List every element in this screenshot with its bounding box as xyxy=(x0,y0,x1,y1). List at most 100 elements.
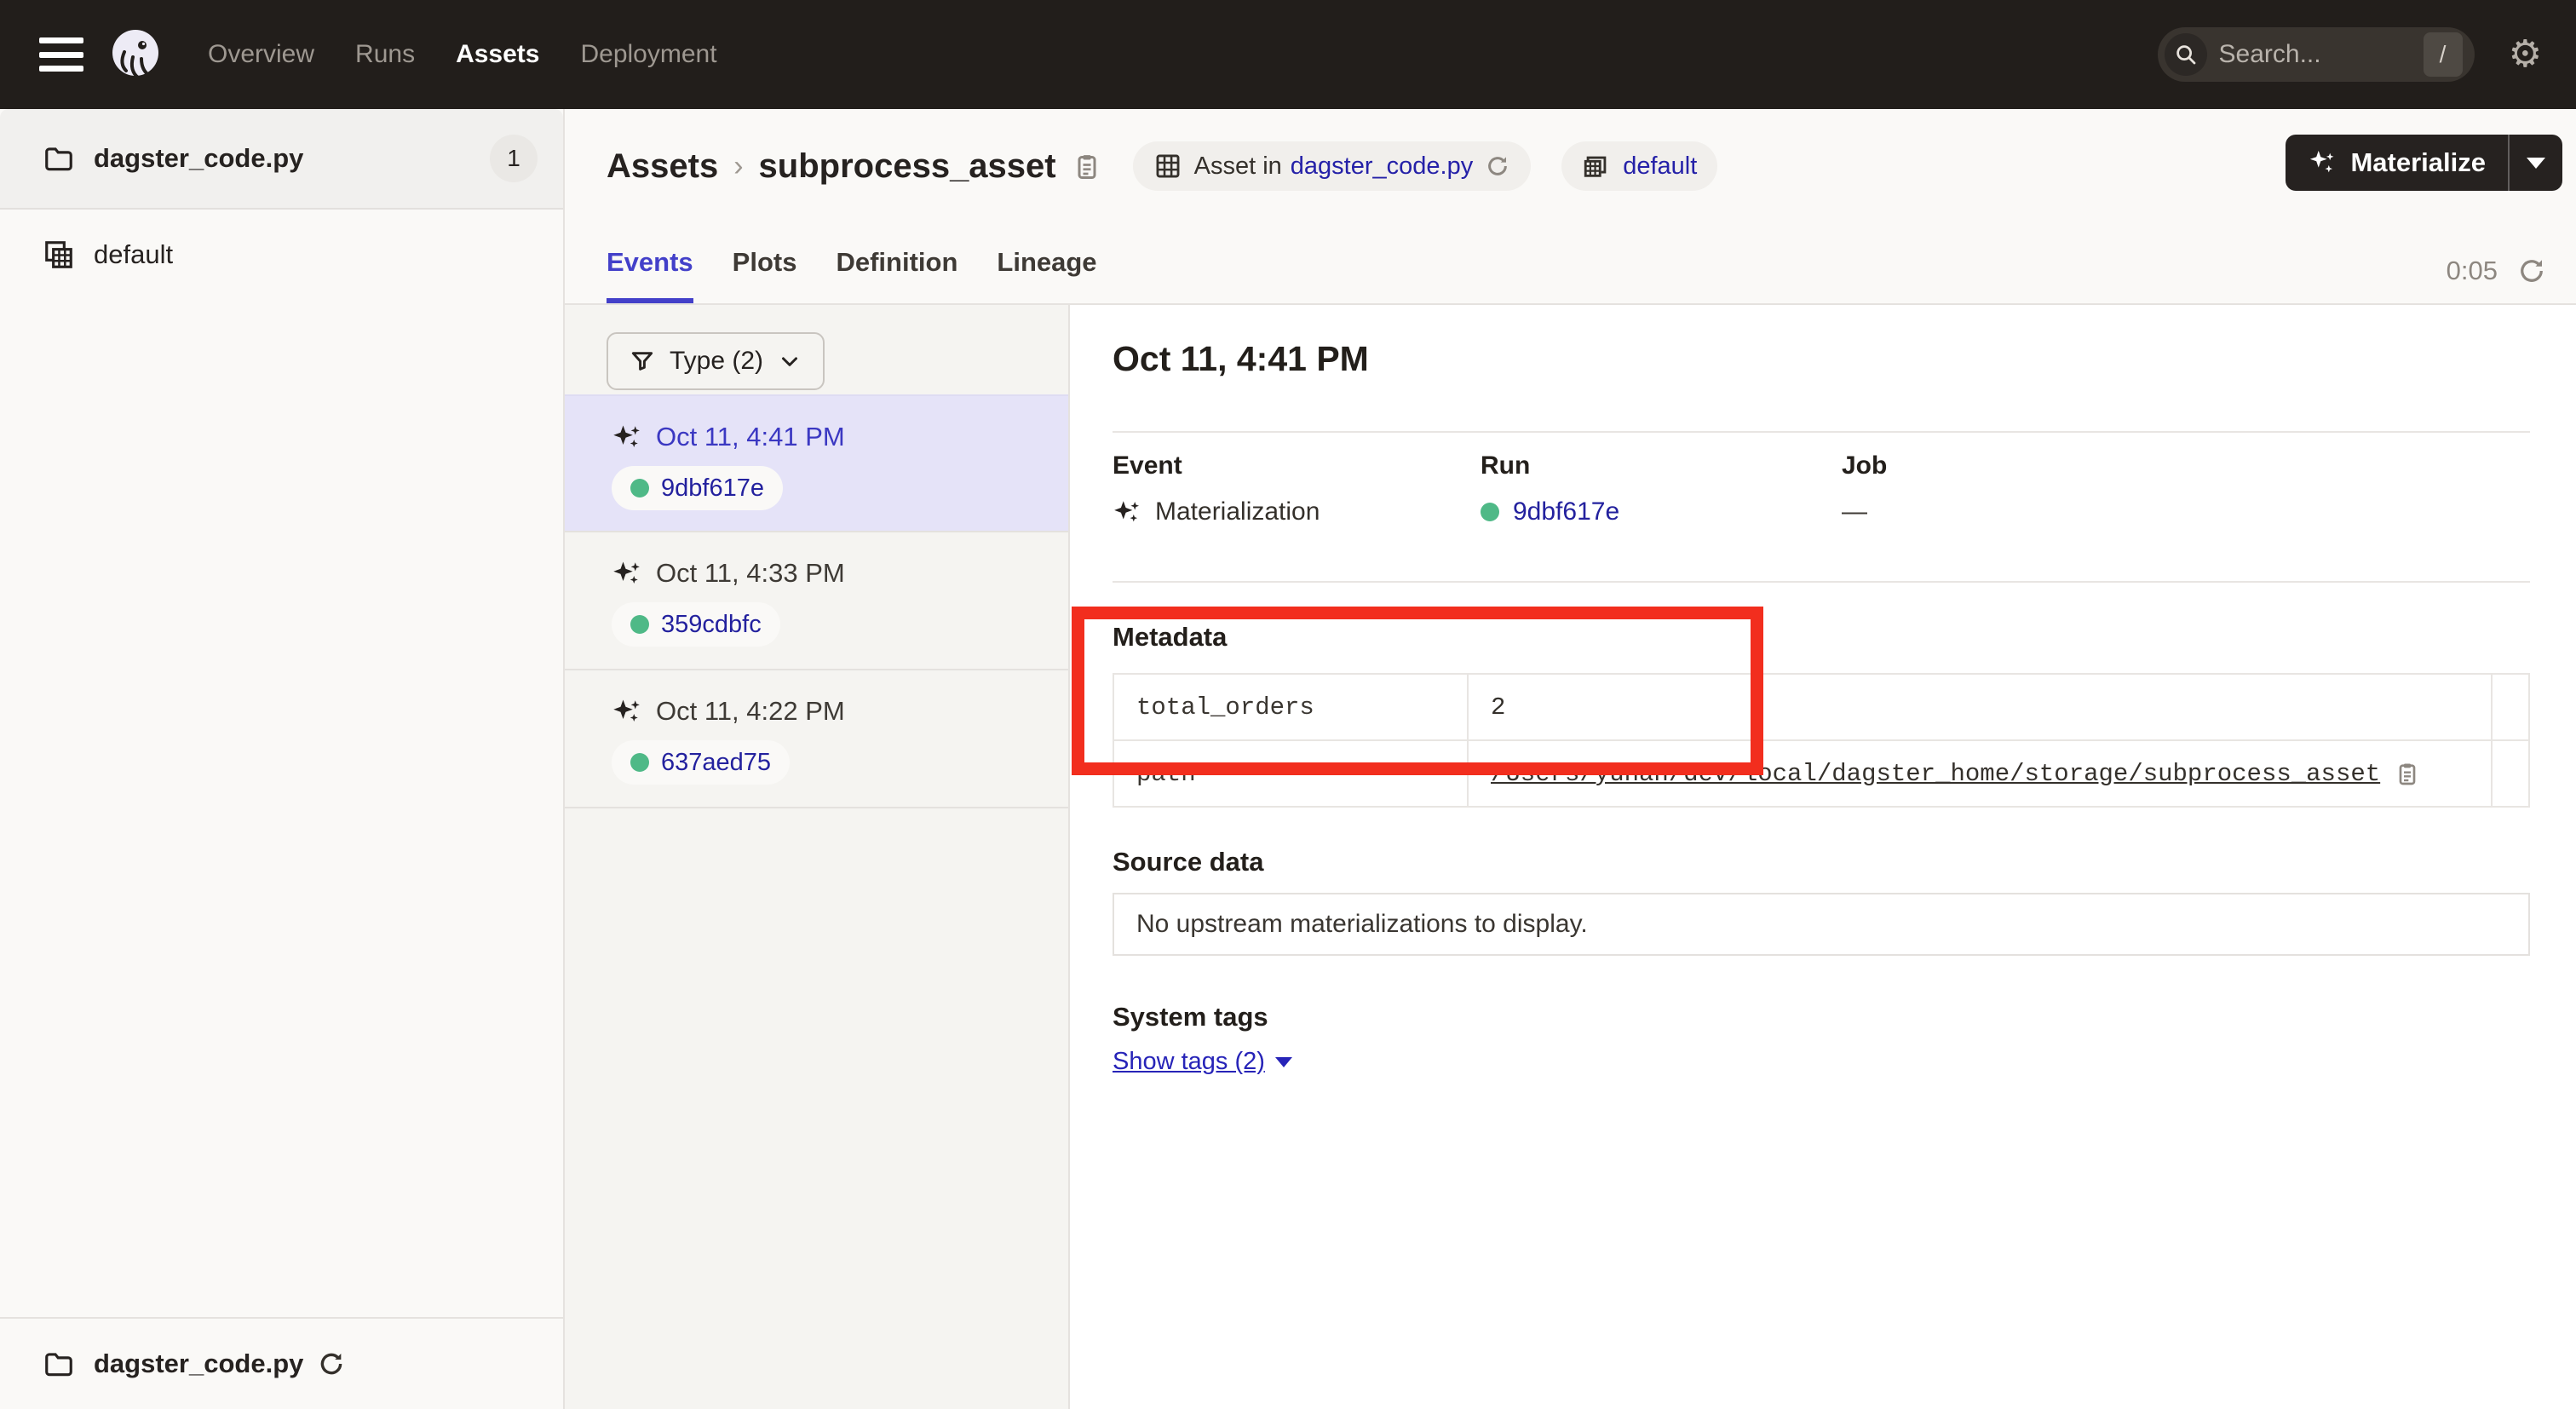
event-row[interactable]: Oct 11, 4:22 PM 637aed75 xyxy=(565,670,1068,808)
settings-gear-icon[interactable]: ⚙ xyxy=(2509,36,2542,73)
type-filter-button[interactable]: Type (2) xyxy=(607,332,825,390)
divider xyxy=(1113,581,2530,583)
breadcrumb-separator: › xyxy=(733,150,743,183)
table-row: total_orders 2 xyxy=(1114,675,2528,741)
search-icon xyxy=(2165,33,2207,76)
sidebar-item-default-group[interactable]: default xyxy=(0,221,563,288)
top-nav-right: / ⚙ xyxy=(2158,27,2542,82)
table-spacer-cell xyxy=(2493,675,2528,739)
run-id-link[interactable]: 359cdbfc xyxy=(661,611,762,639)
tab-definition[interactable]: Definition xyxy=(836,247,957,303)
metadata-key: total_orders xyxy=(1114,675,1469,739)
source-data-empty-state: No upstream materializations to display. xyxy=(1113,893,2530,956)
metadata-value: 2 xyxy=(1469,675,2493,739)
sidebar-code-location-footer[interactable]: dagster_code.py xyxy=(0,1317,563,1409)
dagster-logo-icon[interactable] xyxy=(107,26,164,83)
job-value: — xyxy=(1842,497,1867,526)
materialize-button-group: Materialize xyxy=(2286,135,2562,191)
divider xyxy=(1113,431,2530,433)
events-list-panel: Type (2) Oct 11, 4:41 PM 9dbf617e xyxy=(565,305,1070,1409)
materialize-dropdown-button[interactable] xyxy=(2508,135,2562,191)
tab-lineage[interactable]: Lineage xyxy=(997,247,1096,303)
event-row[interactable]: Oct 11, 4:33 PM 359cdbfc xyxy=(565,532,1068,670)
event-timestamp: Oct 11, 4:41 PM xyxy=(656,422,845,452)
run-id-link[interactable]: 9dbf617e xyxy=(661,474,764,503)
event-list: Oct 11, 4:41 PM 9dbf617e Oct 11, 4:33 PM… xyxy=(565,394,1068,808)
event-row[interactable]: Oct 11, 4:41 PM 9dbf617e xyxy=(565,394,1068,532)
run-id-link[interactable]: 637aed75 xyxy=(661,749,771,777)
auto-refresh-indicator: 0:05 xyxy=(2447,256,2547,286)
sidebar-footer-label: dagster_code.py xyxy=(94,1349,303,1379)
refresh-countdown: 0:05 xyxy=(2447,256,2498,286)
dagster-app: Overview Runs Assets Deployment / ⚙ dags… xyxy=(0,0,2576,1409)
sidebar-item-label: default xyxy=(94,239,173,270)
breadcrumb: Assets › subprocess_asset Asset in dagst… xyxy=(607,128,2559,204)
event-timestamp: Oct 11, 4:33 PM xyxy=(656,558,845,589)
reload-icon[interactable] xyxy=(1485,153,1510,179)
source-data-empty-text: No upstream materializations to display. xyxy=(1136,910,1588,939)
copy-path-icon[interactable] xyxy=(2394,760,2421,787)
job-column-label: Job xyxy=(1842,451,1887,480)
run-tag[interactable]: 359cdbfc xyxy=(612,602,780,647)
refresh-icon[interactable] xyxy=(2516,256,2547,286)
metadata-path-link[interactable]: /Users/yuhan/dev/local/dagster_home/stor… xyxy=(1491,760,2380,788)
asset-grid-icon xyxy=(1153,152,1182,181)
sparkle-icon xyxy=(2308,148,2337,177)
nav-item-runs[interactable]: Runs xyxy=(355,40,415,69)
reload-icon[interactable] xyxy=(317,1349,346,1378)
system-tags-heading: System tags xyxy=(1113,1002,1268,1032)
top-nav: Overview Runs Assets Deployment / ⚙ xyxy=(0,0,2576,109)
code-location-link[interactable]: dagster_code.py xyxy=(1291,152,1473,181)
run-status-dot xyxy=(1481,503,1499,521)
event-column-label: Event xyxy=(1113,451,1182,480)
search-shortcut-key: / xyxy=(2424,32,2463,77)
show-tags-label: Show tags (2) xyxy=(1113,1048,1265,1076)
asset-tabs: Events Plots Definition Lineage xyxy=(607,247,1097,303)
show-tags-toggle[interactable]: Show tags (2) xyxy=(1113,1048,1292,1076)
search-input[interactable] xyxy=(2207,40,2424,69)
tab-events[interactable]: Events xyxy=(607,247,693,303)
run-status-dot xyxy=(630,615,649,634)
nav-item-assets[interactable]: Assets xyxy=(456,40,539,69)
metadata-heading: Metadata xyxy=(1113,622,1227,653)
sidebar-item-code-location[interactable]: dagster_code.py 1 xyxy=(0,109,563,210)
tag-prefix: Asset in xyxy=(1194,152,1282,181)
nav-item-deployment[interactable]: Deployment xyxy=(580,40,716,69)
metadata-value-text: 2 xyxy=(1491,693,1505,722)
asset-group-tag[interactable]: default xyxy=(1561,141,1717,191)
materialization-sparkle-icon xyxy=(612,558,642,589)
layered-grid-icon xyxy=(1582,152,1611,181)
nav-item-overview[interactable]: Overview xyxy=(208,40,314,69)
chevron-down-icon xyxy=(2527,158,2545,169)
materialize-label: Materialize xyxy=(2350,147,2486,178)
page-title: subprocess_asset xyxy=(759,147,1056,186)
tab-plots[interactable]: Plots xyxy=(733,247,797,303)
copy-asset-name-icon[interactable] xyxy=(1072,151,1102,181)
event-detail-title: Oct 11, 4:41 PM xyxy=(1113,339,1369,379)
run-tag[interactable]: 9dbf617e xyxy=(612,466,783,510)
hamburger-menu-icon[interactable] xyxy=(39,37,83,72)
type-filter-label: Type (2) xyxy=(670,347,763,376)
asset-definition-tag[interactable]: Asset in dagster_code.py xyxy=(1133,141,1532,191)
run-id-link[interactable]: 9dbf617e xyxy=(1513,497,1619,526)
materialization-sparkle-icon xyxy=(612,696,642,727)
folder-icon xyxy=(43,142,75,175)
chevron-down-icon xyxy=(777,348,802,374)
asset-group-link[interactable]: default xyxy=(1623,152,1697,181)
search-box[interactable]: / xyxy=(2158,27,2475,82)
caret-down-icon xyxy=(1275,1057,1292,1067)
event-type-value: Materialization xyxy=(1113,497,1320,526)
table-row: path /Users/yuhan/dev/local/dagster_home… xyxy=(1114,741,2528,808)
metadata-value: /Users/yuhan/dev/local/dagster_home/stor… xyxy=(1469,741,2493,806)
sidebar-item-label: dagster_code.py xyxy=(94,143,303,174)
filter-funnel-icon xyxy=(629,348,656,375)
metadata-key: path xyxy=(1114,741,1469,806)
asset-count-badge: 1 xyxy=(490,135,538,182)
materialize-button[interactable]: Materialize xyxy=(2286,135,2508,191)
run-status-dot xyxy=(630,753,649,772)
run-tag[interactable]: 637aed75 xyxy=(612,740,790,785)
materialization-sparkle-icon xyxy=(612,422,642,452)
source-data-heading: Source data xyxy=(1113,847,1263,877)
asset-group-icon xyxy=(43,239,75,271)
breadcrumb-assets-link[interactable]: Assets xyxy=(607,147,718,186)
